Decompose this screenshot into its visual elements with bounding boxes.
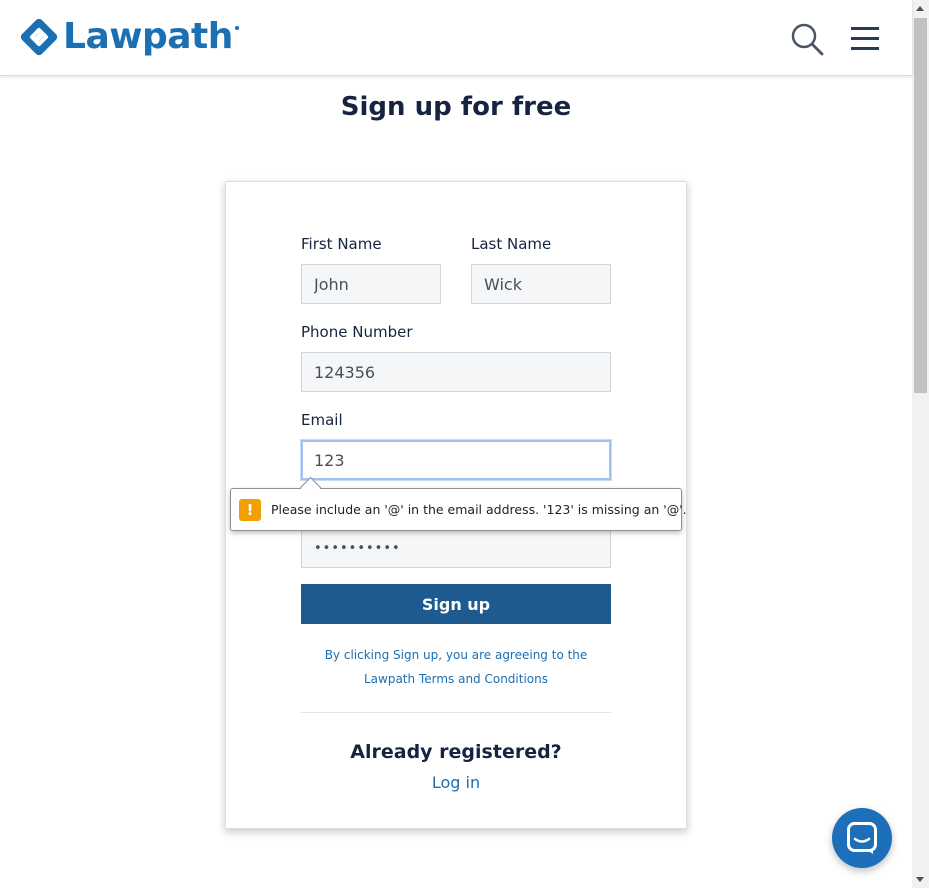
- terms-text: By clicking Sign up, you are agreeing to…: [324, 648, 588, 662]
- divider: [301, 712, 611, 713]
- signup-page: Lawpath Sign up for free First Name Last…: [0, 0, 929, 888]
- chat-icon: [847, 822, 877, 854]
- page-title: Sign up for free: [340, 92, 572, 122]
- scroll-down-arrow-icon[interactable]: [916, 877, 924, 882]
- validation-message: Please include an '@' in the email addre…: [271, 502, 687, 517]
- menu-button[interactable]: [849, 24, 881, 54]
- logo-wordmark: Lawpath: [63, 16, 233, 57]
- warning-icon: !: [239, 498, 261, 521]
- lawpath-logo[interactable]: Lawpath: [19, 17, 239, 57]
- terms-link[interactable]: Lawpath Terms and Conditions: [364, 672, 548, 686]
- scrollbar-thumb[interactable]: [914, 18, 927, 393]
- search-icon: [791, 23, 824, 56]
- logo-dot: [234, 26, 239, 30]
- scroll-up-arrow-icon[interactable]: [916, 6, 924, 11]
- search-button[interactable]: [790, 22, 824, 56]
- hamburger-menu-icon: [851, 27, 879, 50]
- lawpath-logo-icon: [20, 18, 58, 56]
- site-header: Lawpath: [0, 0, 912, 76]
- email-input[interactable]: [301, 440, 611, 480]
- last-name-label: Last Name: [471, 235, 552, 253]
- email-label: Email: [301, 411, 343, 429]
- phone-input[interactable]: [301, 352, 611, 392]
- vertical-scrollbar[interactable]: [912, 0, 929, 888]
- last-name-input[interactable]: [471, 264, 611, 304]
- login-link[interactable]: Log in: [226, 773, 686, 792]
- email-validation-tooltip: ! Please include an '@' in the email add…: [230, 476, 687, 531]
- terms-notice: By clicking Sign up, you are agreeing to…: [226, 643, 686, 691]
- signup-button[interactable]: Sign up: [301, 584, 611, 624]
- first-name-input[interactable]: [301, 264, 441, 304]
- phone-label: Phone Number: [301, 323, 413, 341]
- first-name-label: First Name: [301, 235, 382, 253]
- chat-launcher-button[interactable]: [832, 808, 892, 868]
- password-input[interactable]: [301, 528, 611, 568]
- already-registered-heading: Already registered?: [350, 741, 562, 763]
